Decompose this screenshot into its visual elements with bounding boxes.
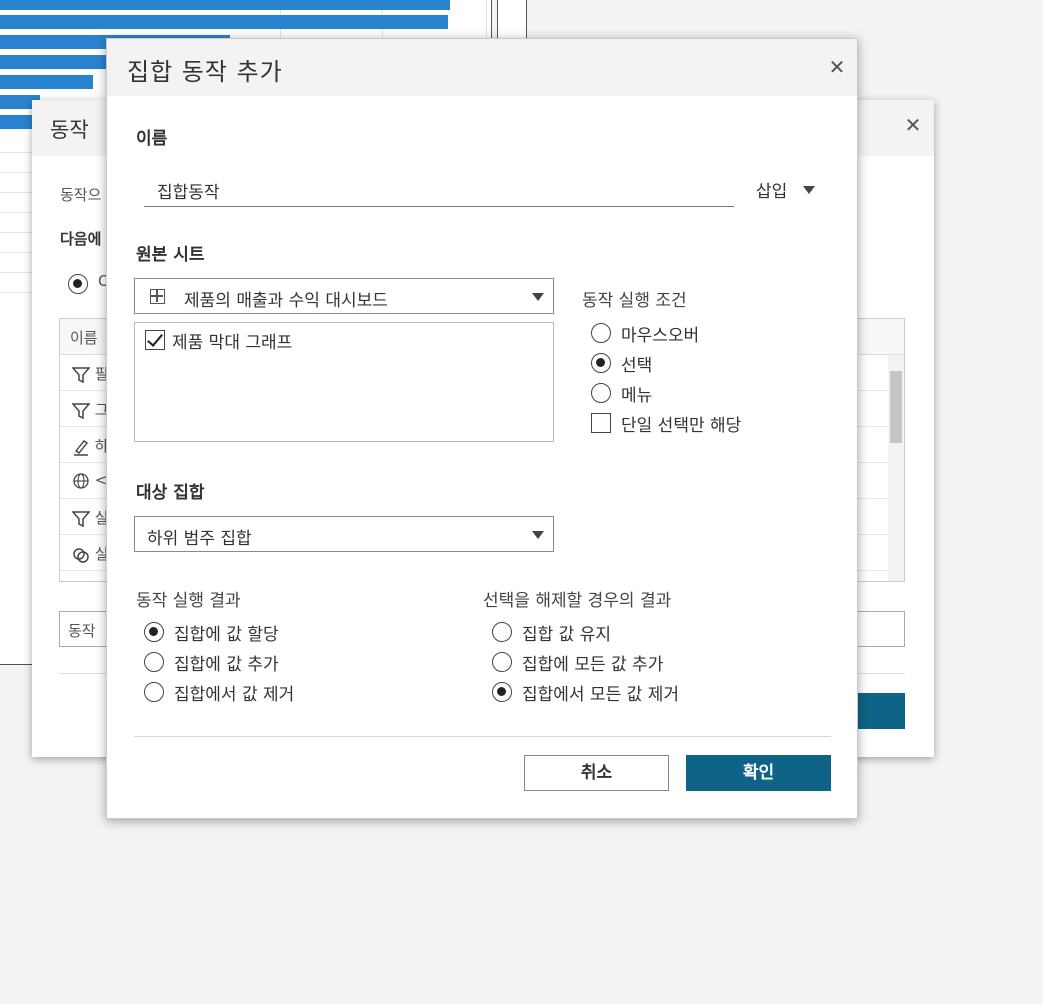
chevron-down-icon xyxy=(803,186,816,194)
dialog-header: 집합 동작 추가 ✕ xyxy=(107,39,857,96)
chart-bar[interactable] xyxy=(0,75,93,89)
filter-icon xyxy=(71,510,91,527)
single-select-only-label: 단일 선택만 해당 xyxy=(621,416,742,436)
assign-values-radio[interactable] xyxy=(144,622,164,642)
close-icon[interactable]: ✕ xyxy=(827,57,847,77)
remove-values-radio[interactable] xyxy=(144,682,164,702)
divider xyxy=(134,736,831,737)
run-on-select-label: 선택 xyxy=(621,356,653,376)
actions-description: 동작으 xyxy=(60,186,102,204)
target-set-dropdown[interactable]: 하위 범주 집합 xyxy=(134,516,554,552)
background-panel-edge xyxy=(497,0,527,40)
keep-values-radio[interactable] xyxy=(492,622,512,642)
chevron-down-icon xyxy=(532,531,544,539)
highlight-icon xyxy=(74,439,89,456)
sheet-list: 제품 막대 그래프 xyxy=(134,322,554,442)
remove-values-label: 집합에서 값 제거 xyxy=(174,685,295,705)
single-select-only-checkbox[interactable] xyxy=(591,413,611,433)
sheet-item-label: 제품 막대 그래프 xyxy=(172,333,293,353)
chevron-down-icon xyxy=(532,293,544,301)
add-all-values-label: 집합에 모든 값 추가 xyxy=(522,655,664,675)
actions-subheading: 다음에 xyxy=(60,230,102,248)
insert-label: 삽입 xyxy=(756,182,788,202)
name-label: 이름 xyxy=(136,129,168,149)
cancel-button[interactable]: 취소 xyxy=(524,755,669,791)
table-scrollbar-thumb[interactable] xyxy=(890,371,902,443)
clear-result-label: 선택을 해제할 경우의 결과 xyxy=(483,591,672,611)
chart-bar[interactable] xyxy=(0,115,32,129)
name-input[interactable] xyxy=(144,174,734,207)
run-on-label: 동작 실행 조건 xyxy=(582,291,687,311)
add-set-action-dialog: 집합 동작 추가 ✕ 이름 삽입 원본 시트 제품의 매출과 수익 대시보드 제… xyxy=(106,38,858,819)
globe-icon xyxy=(73,472,89,489)
target-set-label: 대상 집합 xyxy=(136,483,205,503)
add-values-label: 집합에 값 추가 xyxy=(174,655,279,675)
actions-radio[interactable] xyxy=(68,274,88,294)
assign-values-label: 집합에 값 할당 xyxy=(174,625,279,645)
add-all-values-radio[interactable] xyxy=(492,652,512,672)
dashboard-icon xyxy=(150,289,165,304)
actions-dialog-title: 동작 xyxy=(50,118,89,142)
close-icon[interactable]: ✕ xyxy=(904,115,922,135)
remove-all-values-label: 집합에서 모든 값 제거 xyxy=(522,685,679,705)
run-on-select-radio[interactable] xyxy=(591,353,611,373)
set-icon xyxy=(73,547,89,563)
keep-values-label: 집합 값 유지 xyxy=(522,625,612,645)
dialog-title: 집합 동작 추가 xyxy=(127,58,283,86)
sheet-checkbox[interactable] xyxy=(145,330,165,350)
chart-bar[interactable] xyxy=(0,15,448,29)
source-dashboard-dropdown[interactable]: 제품의 매출과 수익 대시보드 xyxy=(134,278,554,314)
run-result-label: 동작 실행 결과 xyxy=(136,591,241,611)
run-on-hover-radio[interactable] xyxy=(591,323,611,343)
filter-icon xyxy=(71,366,91,383)
remove-all-values-radio[interactable] xyxy=(492,682,512,702)
target-set-value: 하위 범주 집합 xyxy=(147,529,252,549)
chart-bar[interactable] xyxy=(0,0,450,10)
run-on-menu-label: 메뉴 xyxy=(621,386,653,406)
source-sheet-label: 원본 시트 xyxy=(136,245,205,265)
ok-button[interactable]: 확인 xyxy=(686,755,831,791)
run-on-hover-label: 마우스오버 xyxy=(621,326,700,346)
add-values-radio[interactable] xyxy=(144,652,164,672)
insert-button[interactable]: 삽입 xyxy=(756,177,816,202)
filter-icon xyxy=(71,402,91,419)
run-on-menu-radio[interactable] xyxy=(591,383,611,403)
source-dashboard-value: 제품의 매출과 수익 대시보드 xyxy=(184,291,388,311)
